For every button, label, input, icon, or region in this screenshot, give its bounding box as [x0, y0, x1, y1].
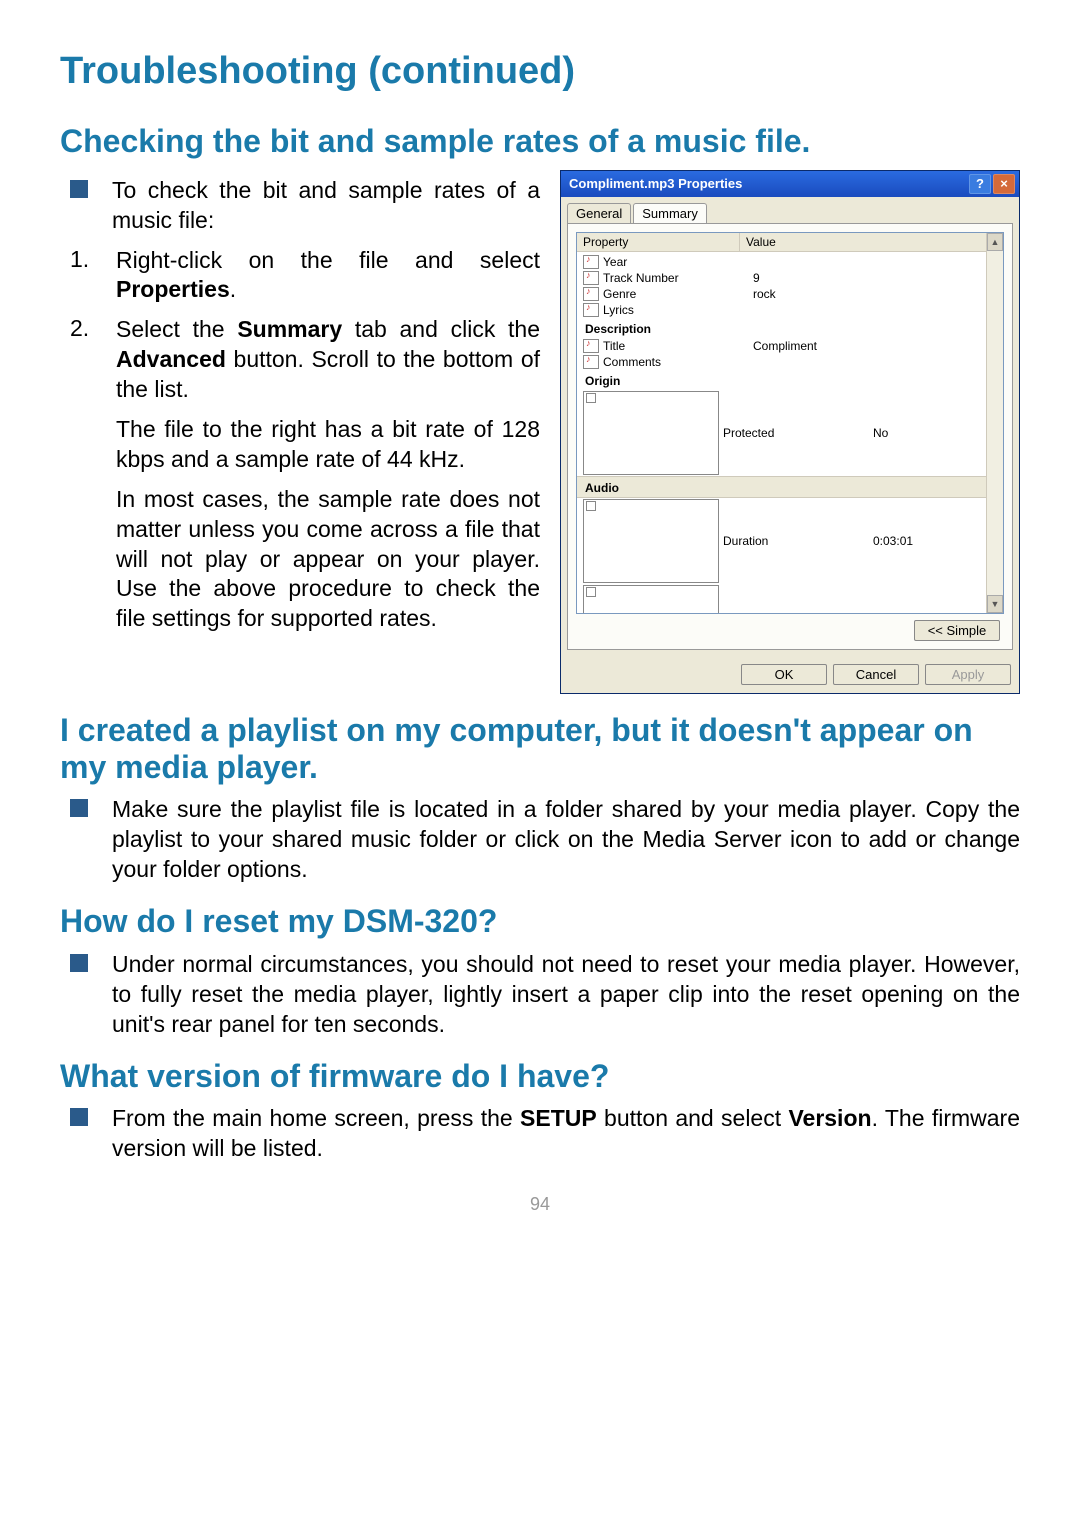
music-icon [583, 339, 599, 353]
section4-heading: What version of firmware do I have? [60, 1058, 1020, 1095]
section2-heading: I created a playlist on my computer, but… [60, 712, 1020, 786]
bullet-icon [70, 799, 88, 817]
section1-heading: Checking the bit and sample rates of a m… [60, 123, 1020, 160]
page-title: Troubleshooting (continued) [60, 50, 1020, 93]
music-icon [583, 287, 599, 301]
sec1-p3: The file to the right has a bit rate of … [60, 415, 540, 475]
col-property[interactable]: Property [577, 233, 740, 251]
tab-summary[interactable]: Summary [633, 203, 707, 223]
sec2-body: Make sure the playlist file is located i… [112, 795, 1020, 885]
music-icon [583, 303, 599, 317]
section-description: Description [577, 318, 1003, 338]
scroll-down-icon[interactable]: ▼ [987, 595, 1003, 613]
page-icon [583, 391, 719, 475]
step-number-2: 2. [60, 315, 116, 342]
list-item[interactable]: Bit Rate128kbps [577, 584, 1003, 614]
list-item[interactable]: Comments [577, 354, 1003, 370]
cancel-button[interactable]: Cancel [833, 664, 919, 685]
bullet-icon [70, 1108, 88, 1126]
bullet-icon [70, 180, 88, 198]
section-origin: Origin [577, 370, 1003, 390]
list-item[interactable]: Year [577, 254, 1003, 270]
sec1-p4: In most cases, the sample rate does not … [60, 485, 540, 634]
list-item[interactable]: Genrerock [577, 286, 1003, 302]
list-item[interactable]: ProtectedNo [577, 390, 1003, 476]
section-audio: Audio [577, 476, 1003, 498]
sec1-step2: Select the Summary tab and click the Adv… [116, 315, 540, 405]
music-icon [583, 355, 599, 369]
scrollbar[interactable]: ▲ ▼ [986, 233, 1003, 613]
page-icon [583, 499, 719, 583]
sec4-body: From the main home screen, press the SET… [112, 1104, 1020, 1164]
music-icon [583, 255, 599, 269]
list-item[interactable]: Duration0:03:01 [577, 498, 1003, 584]
dialog-title: Compliment.mp3 Properties [565, 176, 967, 191]
step-number-1: 1. [60, 246, 116, 273]
ok-button[interactable]: OK [741, 664, 827, 685]
page-icon [583, 585, 719, 614]
sec1-intro: To check the bit and sample rates of a m… [112, 176, 540, 236]
help-icon[interactable]: ? [969, 174, 991, 194]
dialog-titlebar[interactable]: Compliment.mp3 Properties ? × [561, 171, 1019, 197]
simple-button[interactable]: << Simple [914, 620, 1000, 641]
list-item[interactable]: TitleCompliment [577, 338, 1003, 354]
list-item[interactable]: Track Number9 [577, 270, 1003, 286]
apply-button[interactable]: Apply [925, 664, 1011, 685]
bullet-icon [70, 954, 88, 972]
scroll-up-icon[interactable]: ▲ [987, 233, 1003, 251]
close-icon[interactable]: × [993, 174, 1015, 194]
music-icon [583, 271, 599, 285]
properties-dialog: Compliment.mp3 Properties ? × General Su… [560, 170, 1020, 694]
sec3-body: Under normal circumstances, you should n… [112, 950, 1020, 1040]
properties-listbox[interactable]: Property Value Year Track Number9 Genrer… [576, 232, 1004, 614]
col-value[interactable]: Value [740, 233, 1003, 251]
section3-heading: How do I reset my DSM-320? [60, 903, 1020, 940]
list-item[interactable]: Lyrics [577, 302, 1003, 318]
page-number: 94 [60, 1194, 1020, 1215]
sec1-step1: Right-click on the file and select Prope… [116, 246, 540, 306]
tab-general[interactable]: General [567, 203, 631, 223]
